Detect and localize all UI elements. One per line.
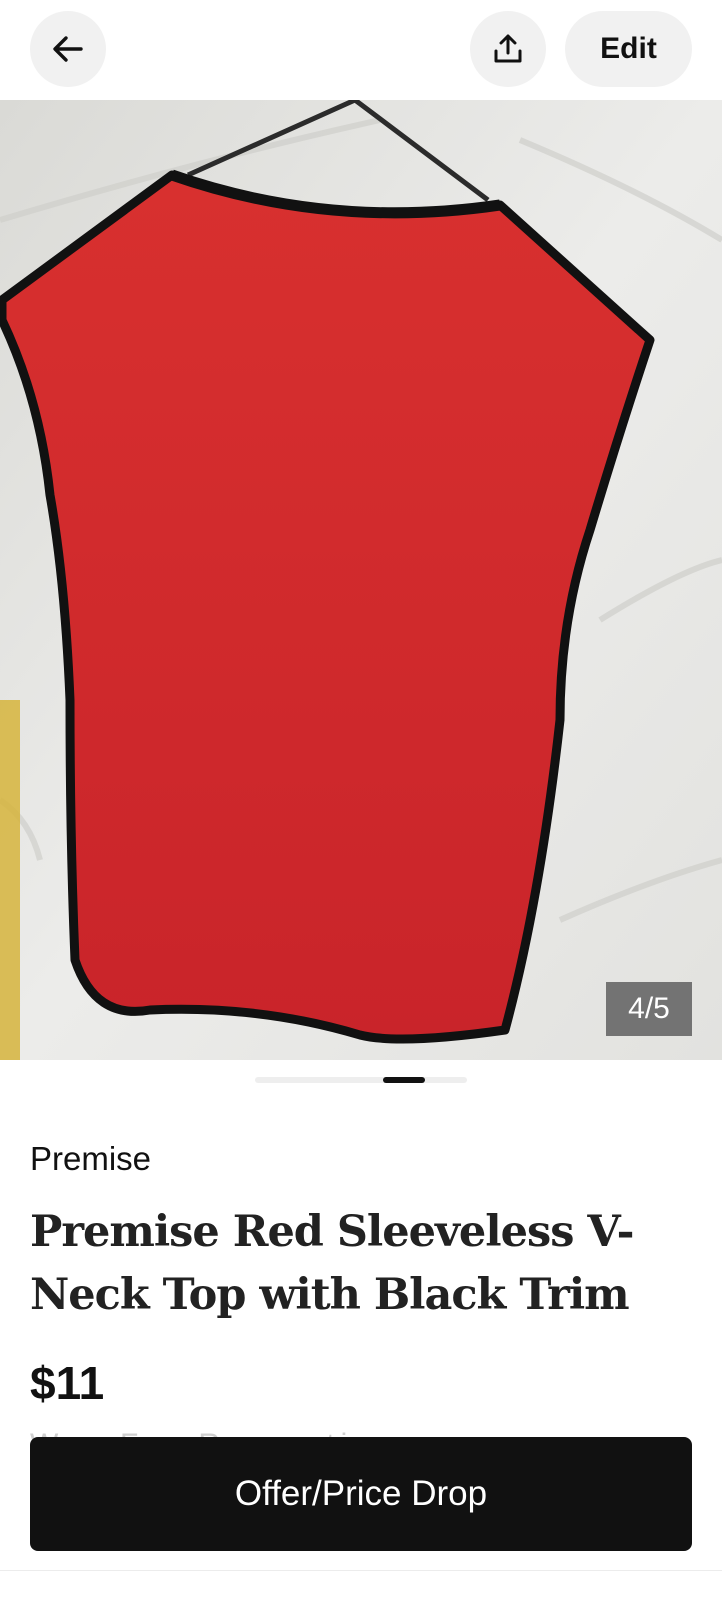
top-bar: Edit (0, 0, 722, 100)
divider (0, 1570, 722, 1571)
arrow-left-icon (53, 36, 83, 62)
carousel-indicator (255, 1077, 467, 1083)
back-button[interactable] (30, 11, 106, 87)
carousel-indicator-active (383, 1077, 425, 1083)
brand-label[interactable]: Premise (30, 1140, 151, 1178)
product-image (0, 100, 722, 1060)
share-button[interactable] (470, 11, 546, 87)
offer-price-drop-button[interactable]: Offer/Price Drop (30, 1437, 692, 1551)
listing-title: Premise Red Sleeveless V-Neck Top with B… (30, 1207, 634, 1320)
share-upload-icon (494, 34, 522, 63)
product-photo[interactable]: 4/5 (0, 100, 722, 1060)
edit-button[interactable]: Edit (565, 11, 692, 87)
image-counter: 4/5 (606, 982, 692, 1036)
listing-price: $11 (30, 1357, 105, 1409)
